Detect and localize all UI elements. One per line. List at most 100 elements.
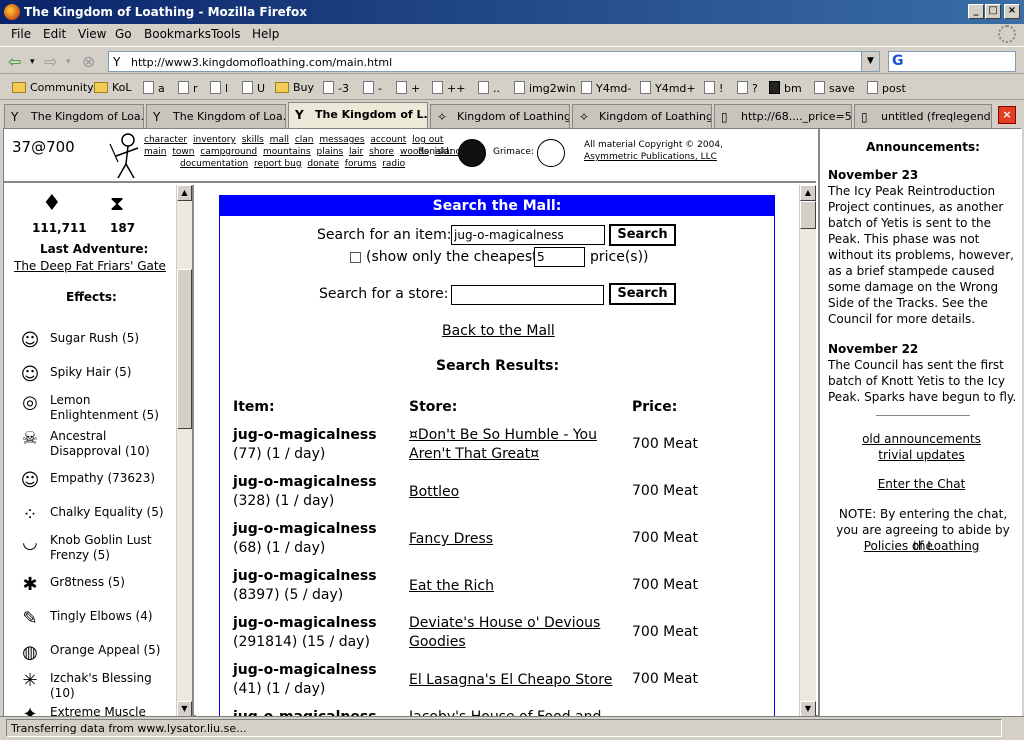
grapes-icon: ✱	[22, 574, 38, 595]
link-documentation[interactable]: documentation	[180, 159, 248, 169]
bookmark-post[interactable]: post	[867, 81, 906, 95]
page-icon: ▯	[721, 110, 728, 124]
maximize-button[interactable]: □	[985, 4, 1001, 19]
link-plains[interactable]: plains	[317, 147, 344, 157]
link-donate[interactable]: donate	[307, 159, 339, 169]
store-search-input[interactable]	[451, 285, 604, 305]
bookmark-y4md-minus[interactable]: Y4md-	[581, 81, 631, 95]
moon-ronald-label: Ronald:	[418, 147, 452, 157]
bookmark-community[interactable]: Community	[12, 81, 94, 94]
scroll-thumb[interactable]	[177, 269, 192, 429]
bookmark-plus[interactable]: +	[396, 81, 420, 95]
menu-tools[interactable]: Tools	[211, 27, 241, 41]
store-link[interactable]: Bottleo	[409, 484, 459, 500]
bookmark-y4md-plus[interactable]: Y4md+	[640, 81, 696, 95]
bookmark-question[interactable]: ?	[737, 81, 758, 95]
scroll-thumb[interactable]	[800, 201, 816, 229]
bookmark-minus3[interactable]: -3	[323, 81, 349, 95]
link-mountains[interactable]: mountains	[263, 147, 311, 157]
link-character[interactable]: character	[144, 135, 187, 145]
tab-2[interactable]: Y The Kingdom of Loa...	[146, 104, 286, 128]
bookmark-buy[interactable]: Buy	[275, 81, 314, 94]
link-log-out[interactable]: log out	[412, 135, 443, 145]
bookmark-minus[interactable]: -	[363, 81, 382, 95]
trivial-updates-link[interactable]: trivial updates	[878, 448, 964, 462]
url-text: http://www3.kingdomofloathing.com/main.h…	[131, 56, 393, 69]
asymmetric-link[interactable]: Asymmetric Publications, LLC	[584, 152, 717, 162]
menu-edit[interactable]: Edit	[43, 27, 66, 41]
bookmark-u[interactable]: U	[242, 81, 265, 95]
forward-arrow-icon[interactable]: ⇨	[44, 52, 57, 71]
link-town[interactable]: town	[172, 147, 194, 157]
link-clan[interactable]: clan	[295, 135, 314, 145]
back-arrow-icon[interactable]: ⇦	[8, 52, 21, 71]
store-search-button[interactable]: Search	[609, 283, 676, 305]
link-mall[interactable]: mall	[270, 135, 289, 145]
link-radio[interactable]: radio	[382, 159, 405, 169]
link-forums[interactable]: forums	[345, 159, 377, 169]
tab-4[interactable]: ✧ Kingdom of Loathing...	[430, 104, 570, 128]
link-main[interactable]: main	[144, 147, 167, 157]
link-inventory[interactable]: inventory	[193, 135, 236, 145]
search-bar[interactable]: G	[888, 51, 1016, 72]
left-scrollbar[interactable]: ▲ ▼	[176, 185, 192, 717]
scroll-up-icon[interactable]: ▲	[177, 185, 192, 201]
menu-bookmarks[interactable]: Bookmarks	[144, 27, 211, 41]
tab-3-active[interactable]: Y The Kingdom of L...	[288, 102, 428, 129]
tab-1[interactable]: Y The Kingdom of Loa...	[4, 104, 144, 128]
item-search-input[interactable]	[451, 225, 605, 245]
bookmark-l[interactable]: l	[210, 81, 228, 95]
old-announcements-link[interactable]: old announcements	[862, 432, 981, 446]
stick-figure-avatar-icon[interactable]	[104, 132, 144, 180]
link-shore[interactable]: shore	[369, 147, 394, 157]
scroll-down-icon[interactable]: ▼	[800, 701, 816, 717]
bookmark-plusplus[interactable]: ++	[432, 81, 465, 95]
menu-view[interactable]: View	[78, 27, 106, 41]
stop-icon[interactable]: ⊗	[82, 52, 95, 71]
bookmark-a[interactable]: a	[143, 81, 165, 95]
store-link[interactable]: Eat the Rich	[409, 578, 494, 594]
scroll-up-icon[interactable]: ▲	[800, 185, 816, 201]
menu-file[interactable]: File	[11, 27, 31, 41]
bookmark-exclaim[interactable]: !	[704, 81, 723, 95]
bookmark-r[interactable]: r	[178, 81, 198, 95]
enter-chat-link[interactable]: Enter the Chat	[878, 477, 966, 491]
bookmark-img2win[interactable]: img2win	[514, 81, 576, 95]
bookmark-bm[interactable]: bm	[769, 81, 802, 95]
cheapest-count-input[interactable]	[534, 247, 585, 267]
link-account[interactable]: account	[370, 135, 406, 145]
bookmark-kol[interactable]: KoL	[94, 81, 132, 94]
scroll-down-icon[interactable]: ▼	[177, 701, 192, 717]
link-lair[interactable]: lair	[349, 147, 363, 157]
minimize-button[interactable]: _	[968, 4, 984, 19]
store-link[interactable]: Fancy Dress	[409, 531, 493, 547]
cheapest-checkbox[interactable]	[350, 252, 361, 263]
tab-5[interactable]: ✧ Kingdom of Loathing...	[572, 104, 712, 128]
tab-6[interactable]: ▯ http://68...._price=58	[714, 104, 852, 128]
menu-help[interactable]: Help	[252, 27, 279, 41]
bookmark-save[interactable]: save	[814, 81, 855, 95]
bookmark-dotdot[interactable]: ..	[478, 81, 500, 95]
close-tab-button[interactable]: ×	[998, 106, 1016, 124]
main-scrollbar[interactable]: ▲ ▼	[799, 185, 816, 717]
policies-link[interactable]: Policies of Loathing	[864, 539, 980, 553]
window-title-bar[interactable]: The Kingdom of Loathing - Mozilla Firefo…	[0, 0, 1024, 24]
link-skills[interactable]: skills	[242, 135, 264, 145]
google-icon[interactable]: G	[892, 53, 904, 69]
store-link[interactable]: ¤Don't Be So Humble - You Aren't That Gr…	[409, 427, 597, 462]
back-dropdown-icon[interactable]: ▾	[30, 57, 35, 67]
tab-7[interactable]: ▯ untitled (freqlegend...	[854, 104, 992, 128]
forward-dropdown-icon[interactable]: ▾	[66, 57, 71, 67]
store-link[interactable]: Deviate's House o' Devious Goodies	[409, 615, 600, 650]
menu-go[interactable]: Go	[115, 27, 132, 41]
last-adventure-link[interactable]: The Deep Fat Friars' Gate	[14, 259, 166, 273]
link-report-bug[interactable]: report bug	[254, 159, 301, 169]
back-to-mall-link[interactable]: Back to the Mall	[442, 323, 555, 339]
link-campground[interactable]: campground	[200, 147, 257, 157]
link-messages[interactable]: messages	[319, 135, 364, 145]
url-bar[interactable]: Y http://www3.kingdomofloathing.com/main…	[108, 51, 880, 72]
close-button[interactable]: ×	[1004, 4, 1020, 19]
store-link[interactable]: El Lasagna's El Cheapo Store	[409, 672, 612, 688]
url-dropdown-icon[interactable]: ▼	[861, 52, 879, 71]
item-search-button[interactable]: Search	[609, 224, 676, 246]
